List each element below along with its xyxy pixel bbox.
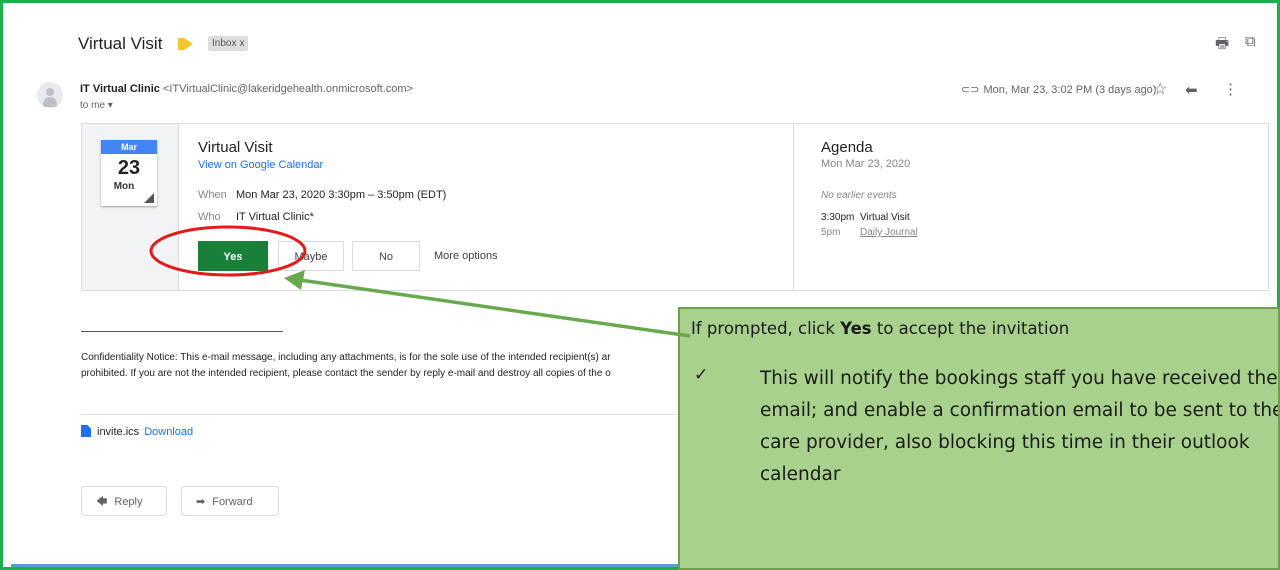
inbox-label-text: Inbox — [212, 38, 237, 49]
who-value: IT Virtual Clinic* — [236, 211, 314, 223]
confidentiality-notice: Confidentiality Notice: This e-mail mess… — [81, 350, 677, 382]
agenda-title: Agenda — [821, 139, 873, 156]
attachment-filename[interactable]: invite.ics — [97, 426, 139, 438]
reply-icon[interactable]: ⬅ — [1185, 81, 1198, 99]
star-icon[interactable]: ☆ — [1153, 79, 1167, 99]
agenda-event-name: Daily Journal — [860, 227, 918, 238]
page-fold-icon — [144, 193, 154, 203]
sender-line: IT Virtual Clinic <ITVirtualClinic@laker… — [80, 83, 413, 95]
callout-heading-emphasis: Yes — [840, 319, 872, 338]
more-options-link[interactable]: More options — [434, 241, 498, 271]
confidentiality-line: prohibited. If you are not the intended … — [81, 368, 611, 379]
email-subject: Virtual Visit — [78, 34, 163, 53]
calendar-weekday: Mon — [113, 181, 135, 192]
event-title: Virtual Visit — [198, 139, 273, 156]
reply-button[interactable]: 🡄 Reply — [81, 486, 167, 516]
attachment-row: invite.ics Download — [81, 425, 193, 438]
signature-divider — [81, 331, 283, 332]
attachment-divider — [81, 414, 677, 415]
forward-button-label: Forward — [212, 496, 253, 508]
avatar — [37, 82, 63, 108]
callout-bullet-text: This will notify the bookings staff you … — [760, 368, 1280, 485]
confidentiality-line: Confidentiality Notice: This e-mail mess… — [81, 352, 611, 363]
event-when-row: When Mon Mar 23, 2020 3:30pm – 3:50pm (ED… — [198, 189, 446, 201]
who-label: Who — [198, 211, 221, 223]
forward-icon: ➡ — [196, 496, 206, 508]
inbox-label-chip[interactable]: Inbox x — [208, 36, 249, 51]
sender-address: <ITVirtualClinic@lakeridgehealth.onmicro… — [162, 83, 413, 95]
when-value: Mon Mar 23, 2020 3:30pm – 3:50pm (EDT) — [236, 189, 447, 201]
agenda-no-earlier-events: No earlier events — [821, 190, 897, 201]
calendar-month: Mar — [101, 140, 157, 154]
reply-icon: 🡄 — [96, 496, 108, 508]
calendar-date-column: Mar 23 Mon — [82, 124, 179, 290]
agenda-event[interactable]: 3:30pm Virtual Visit — [821, 212, 910, 223]
paperclip-icon: ⊂⊃ — [961, 84, 980, 96]
checkmark-icon: ✓ — [694, 365, 709, 385]
calendar-day: 23 — [117, 157, 141, 179]
callout-heading-text: to accept the invitation — [871, 319, 1070, 338]
view-on-google-calendar-link[interactable]: View on Google Calendar — [198, 159, 323, 171]
rsvp-yes-button[interactable]: Yes — [198, 241, 268, 271]
forward-button[interactable]: ➡ Forward — [181, 486, 279, 516]
rsvp-no-button[interactable]: No — [352, 241, 420, 271]
file-icon — [81, 425, 91, 437]
event-who-row: Who IT Virtual Clinic* — [198, 211, 314, 223]
agenda-event-name: Virtual Visit — [860, 212, 910, 223]
instruction-callout: If prompted, click Yes to accept the inv… — [678, 307, 1280, 570]
agenda-date: Mon Mar 23, 2020 — [821, 158, 911, 170]
chevron-down-icon: ▾ — [107, 100, 113, 111]
more-vertical-icon[interactable]: ⋮ — [1223, 80, 1238, 98]
recipient-text: to me — [80, 100, 106, 111]
callout-heading-text: If prompted, click — [691, 319, 841, 338]
email-date: ⊂⊃ Mon, Mar 23, 3:02 PM (3 days ago) — [961, 83, 1156, 96]
agenda-event-time: 5pm — [821, 227, 841, 238]
open-in-new-window-icon[interactable]: ⧉ — [1245, 33, 1256, 50]
calendar-invite-card: Mar 23 Mon Virtual Visit View on Google … — [81, 123, 1269, 291]
reply-button-label: Reply — [114, 496, 143, 508]
printer-icon[interactable]: 🖶 — [1215, 33, 1229, 58]
callout-heading: If prompted, click Yes to accept the inv… — [691, 319, 1069, 338]
when-label: When — [198, 189, 227, 201]
importance-marker-icon[interactable] — [178, 38, 193, 50]
remove-label-icon[interactable]: x — [239, 38, 244, 49]
rsvp-maybe-button[interactable]: Maybe — [278, 241, 344, 271]
agenda-event-time: 3:30pm — [821, 212, 855, 223]
email-date-text: Mon, Mar 23, 3:02 PM (3 days ago) — [983, 84, 1157, 96]
agenda-event[interactable]: 5pm Daily Journal — [821, 227, 918, 238]
sender-name: IT Virtual Clinic — [80, 83, 160, 95]
recipient-dropdown[interactable]: to me ▾ — [80, 100, 113, 111]
agenda-panel: Agenda Mon Mar 23, 2020 No earlier event… — [793, 124, 1268, 290]
download-link[interactable]: Download — [144, 426, 193, 438]
calendar-icon: Mar 23 Mon — [101, 140, 157, 206]
